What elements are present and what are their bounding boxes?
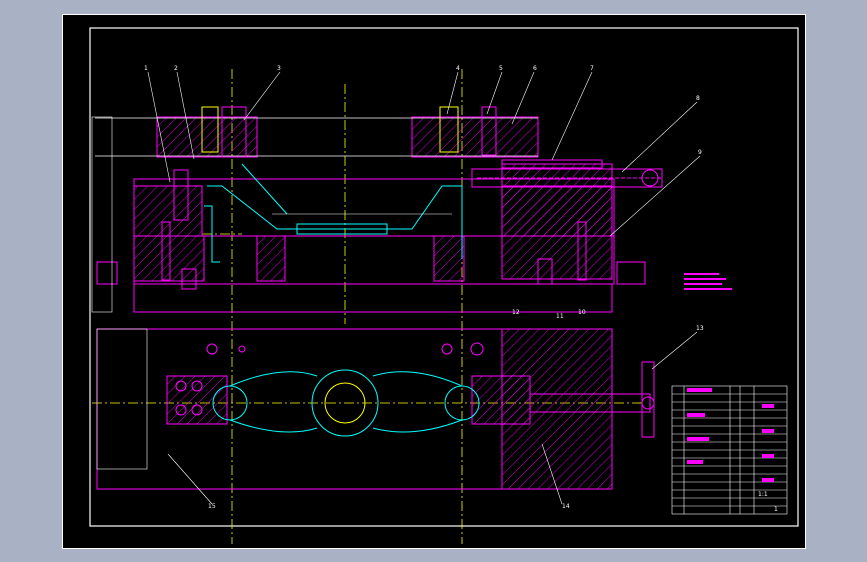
left-clamp-plate-hatch: [156, 116, 258, 158]
right-clamp-plate-hatch: [411, 116, 539, 158]
balloon-2: 2: [174, 65, 178, 72]
balloon-5: 5: [499, 65, 503, 72]
title-block-text: 1:1 1: [758, 491, 778, 513]
front-view: [91, 106, 663, 313]
right-body-big: [501, 163, 613, 280]
left-body-upper: [133, 185, 203, 237]
plan-right-vblock: [471, 375, 531, 425]
plan-left-vblock: [166, 375, 228, 425]
title-block-scale: 1:1: [758, 491, 768, 498]
balloon-13: 13: [696, 325, 704, 332]
balloon-8: 8: [696, 95, 700, 102]
title-block-sheet: 1: [774, 506, 778, 513]
balloon-10: 10: [578, 309, 586, 316]
balloon-6: 6: [533, 65, 537, 72]
left-body-lower: [133, 235, 205, 282]
balloon-11: 11: [556, 313, 564, 320]
balloon-14: 14: [562, 503, 570, 510]
balloon-1: 1: [144, 65, 148, 72]
cad-viewport[interactable]: 1 2 3 4 5 6 7 8 9 10 11 12 13 14 15 1:1 …: [62, 14, 806, 549]
balloon-7: 7: [590, 65, 594, 72]
base-plate: [133, 283, 613, 313]
balloon-15: 15: [208, 503, 216, 510]
cad-drawing: 1 2 3 4 5 6 7 8 9 10 11 12 13 14 15 1:1 …: [62, 14, 806, 549]
balloon-3: 3: [277, 65, 281, 72]
balloon-4: 4: [456, 65, 460, 72]
balloon-9: 9: [698, 149, 702, 156]
balloon-12: 12: [512, 309, 520, 316]
top-view: [96, 328, 655, 490]
technical-notes: [684, 273, 732, 290]
